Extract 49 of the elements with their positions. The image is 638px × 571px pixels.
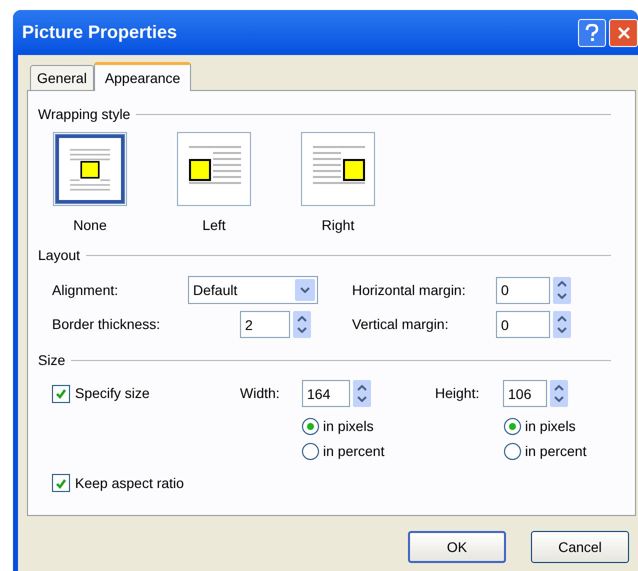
wrap-option[interactable] [177,132,251,206]
spin-buttons[interactable] [293,311,311,338]
field-label: Height: [435,384,480,403]
wrap-option-label: Right [322,216,354,233]
checkbox-label: Specify size [75,384,150,403]
number-field[interactable]: 164 [302,380,350,407]
wrap-option-label: Left [202,216,226,233]
field-label: Alignment: [52,280,120,300]
radio-label: in pixels [525,417,576,436]
radio-button[interactable] [302,418,319,435]
radio-button[interactable] [504,443,521,460]
field-label: Vertical margin: [352,315,450,334]
number-field[interactable]: 0 [496,276,550,304]
checkbox[interactable] [52,474,70,492]
number-field[interactable]: 0 [496,311,550,338]
window-title: Picture Properties [22,21,178,44]
tab[interactable]: General [30,65,94,90]
spin-buttons[interactable] [353,380,371,407]
field-label: Width: [240,384,281,403]
spin-buttons[interactable] [550,380,568,407]
check-icon [55,388,67,399]
section-heading: Wrapping style [38,104,132,124]
checkbox-label: Keep aspect ratio [75,474,184,493]
section-heading: Size [38,350,66,370]
alignment-dropdown[interactable]: Default [188,276,318,304]
radio-button[interactable] [504,418,521,435]
section-heading: Layout [38,246,82,265]
radio-button[interactable] [302,443,319,460]
radio-label: in percent [525,442,586,461]
spin-buttons[interactable] [553,311,571,338]
check-icon [55,478,67,488]
wrap-option-label: None [73,216,107,233]
dialog-button[interactable]: Cancel [531,531,629,563]
wrap-option[interactable] [53,132,127,206]
close-button[interactable] [609,18,638,46]
tab[interactable]: Appearance [94,62,192,91]
number-field[interactable]: 2 [240,311,290,338]
dialog-button[interactable]: OK [408,531,506,563]
field-label: Border thickness: [52,315,162,334]
spin-buttons[interactable] [553,276,571,304]
wrap-option[interactable] [301,132,375,206]
radio-label: in percent [323,442,384,461]
radio-label: in pixels [323,417,374,436]
close-icon [616,26,630,40]
help-button[interactable] [578,18,606,46]
number-field[interactable]: 106 [503,380,547,407]
help-icon [585,24,599,42]
field-label: Horizontal margin: [352,280,467,300]
checkbox[interactable] [52,384,70,402]
